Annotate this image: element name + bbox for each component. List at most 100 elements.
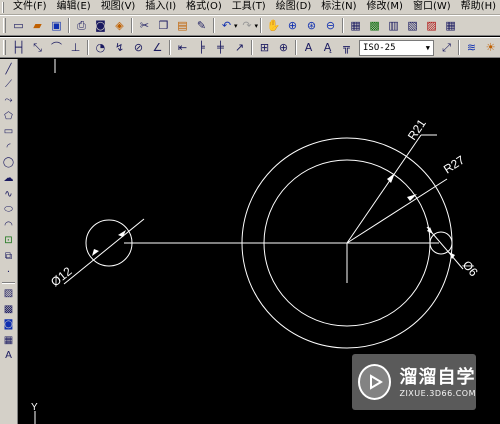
calculator-icon[interactable]: ▦ bbox=[442, 17, 459, 34]
menu-draw[interactable]: 绘图(D) bbox=[271, 0, 317, 14]
toolbar-grip[interactable] bbox=[3, 18, 6, 33]
toolbar-separator bbox=[260, 18, 263, 33]
line-icon[interactable]: ╱ bbox=[1, 62, 16, 78]
menu-dimension[interactable]: 标注(N) bbox=[316, 0, 361, 14]
menu-file[interactable]: 文件(F) bbox=[8, 0, 52, 14]
menu-modify[interactable]: 修改(M) bbox=[362, 0, 408, 14]
design-center-icon[interactable]: ▩ bbox=[366, 17, 383, 34]
paste-icon[interactable]: ▤ bbox=[174, 17, 191, 34]
dim-radius-icon[interactable]: ◔ bbox=[92, 39, 109, 56]
toolbar-separator bbox=[213, 18, 215, 33]
layers-icon[interactable]: ≋ bbox=[463, 39, 480, 56]
make-block-icon[interactable]: ⧉ bbox=[1, 249, 16, 265]
undo-icon[interactable]: ↶ bbox=[218, 17, 235, 34]
toolbar-separator bbox=[86, 40, 89, 55]
dim-label-d12: Ø12 bbox=[48, 264, 75, 289]
zoom-window-icon[interactable]: ⊛ bbox=[303, 17, 320, 34]
ellipse-icon[interactable]: ⬭ bbox=[1, 202, 16, 218]
open-icon[interactable]: ▰ bbox=[29, 17, 46, 34]
dim-ordinate-icon[interactable]: ⊥ bbox=[67, 39, 84, 56]
standard-toolbar: ▭ ▰ ▣ ⎙ ◙ ◈ ✂ ❐ ▤ ✎ ↶ ▾ ↷ ▾ ✋ ⊕ ⊛ ⊖ ▦ ▩ ▥ … bbox=[0, 15, 500, 36]
menu-insert[interactable]: 插入(I) bbox=[140, 0, 181, 14]
dim-style-icon[interactable]: ⤢ bbox=[438, 39, 455, 56]
dimstyle-select[interactable]: ISO-25 ▼ bbox=[358, 39, 434, 56]
dim-baseline-icon[interactable]: ╞ bbox=[193, 39, 210, 56]
watermark-url: ZIXUE.3D66.COM bbox=[399, 388, 476, 398]
publish-icon[interactable]: ◈ bbox=[111, 17, 128, 34]
menu-edit[interactable]: 编辑(E) bbox=[52, 0, 96, 14]
d12-arrow-bottom bbox=[92, 249, 99, 256]
circle-icon[interactable]: ◯ bbox=[1, 156, 16, 172]
dim-edit-icon[interactable]: A bbox=[300, 39, 317, 56]
dimension-toolbar: ├┤ ⤡ ⌒ ⊥ ◔ ↯ ⊘ ∠ ⇤ ╞ ╪ ↗ ⊞ ⊕ A Ą ╦ ISO-2… bbox=[0, 37, 500, 58]
tool-palettes-icon[interactable]: ▥ bbox=[385, 17, 402, 34]
construction-line-icon[interactable]: ⟋ bbox=[1, 78, 16, 94]
d12-arrow-top bbox=[118, 230, 126, 237]
multiline-text-icon[interactable]: A bbox=[1, 349, 16, 365]
point-icon[interactable]: · bbox=[1, 265, 16, 281]
save-icon[interactable]: ▣ bbox=[48, 17, 65, 34]
play-icon bbox=[369, 374, 383, 390]
watermark-brand: 溜溜自学 bbox=[399, 366, 476, 388]
menu-tools[interactable]: 工具(T) bbox=[227, 0, 271, 14]
dim-aligned-icon[interactable]: ⤡ bbox=[29, 39, 46, 56]
menu-window[interactable]: 窗口(W) bbox=[408, 0, 456, 14]
redo-dropdown-icon[interactable]: ▾ bbox=[255, 22, 259, 30]
markup-icon[interactable]: ▨ bbox=[423, 17, 440, 34]
insert-block-icon[interactable]: ⊡ bbox=[1, 234, 16, 250]
chevron-down-icon[interactable]: ▼ bbox=[426, 44, 430, 52]
dim-diameter-icon[interactable]: ⊘ bbox=[130, 39, 147, 56]
zoom-realtime-icon[interactable]: ⊕ bbox=[284, 17, 301, 34]
dim-label-r21: R21 bbox=[405, 116, 429, 142]
menu-help[interactable]: 帮助(H) bbox=[456, 0, 500, 14]
redo-icon[interactable]: ↷ bbox=[239, 17, 256, 34]
ellipse-arc-icon[interactable]: ◠ bbox=[1, 218, 16, 234]
new-icon[interactable]: ▭ bbox=[10, 17, 27, 34]
arc-icon[interactable]: ◜ bbox=[1, 140, 16, 156]
r21-arrow bbox=[387, 173, 395, 183]
dim-angular-icon[interactable]: ∠ bbox=[149, 39, 166, 56]
hatch-icon[interactable]: ▨ bbox=[1, 286, 16, 302]
center-mark-icon[interactable]: ⊕ bbox=[275, 39, 292, 56]
revision-cloud-icon[interactable]: ☁ bbox=[1, 171, 16, 187]
pan-icon[interactable]: ✋ bbox=[265, 17, 282, 34]
d12-leader bbox=[63, 218, 145, 285]
copy-icon[interactable]: ❐ bbox=[155, 17, 172, 34]
dim-jogged-icon[interactable]: ↯ bbox=[111, 39, 128, 56]
dim-linear-icon[interactable]: ├┤ bbox=[10, 39, 27, 56]
toolbar-separator bbox=[131, 18, 133, 33]
r27-arrow bbox=[407, 194, 417, 201]
play-logo-icon bbox=[358, 364, 392, 400]
toolbar-separator bbox=[458, 40, 460, 55]
region-icon[interactable]: ◙ bbox=[1, 318, 16, 334]
toolbar-grip[interactable] bbox=[3, 40, 6, 55]
menu-format[interactable]: 格式(O) bbox=[181, 0, 227, 14]
draw-toolbar: ╱ ⟋ ⤳ ⬠ ▭ ◜ ◯ ☁ ∿ ⬭ ◠ ⊡ ⧉ · ▨ ▩ ◙ ▦ A bbox=[0, 59, 18, 424]
rectangle-icon[interactable]: ▭ bbox=[1, 124, 16, 140]
dim-text-edit-icon[interactable]: Ą bbox=[319, 39, 336, 56]
dim-arc-icon[interactable]: ⌒ bbox=[48, 39, 65, 56]
menu-view[interactable]: 视图(V) bbox=[96, 0, 141, 14]
spline-icon[interactable]: ∿ bbox=[1, 187, 16, 203]
polygon-icon[interactable]: ⬠ bbox=[1, 109, 16, 125]
quick-dim-icon[interactable]: ⇤ bbox=[174, 39, 191, 56]
light-bulb-icon[interactable]: ☀ bbox=[482, 39, 499, 56]
plot-preview-icon[interactable]: ◙ bbox=[92, 17, 109, 34]
cut-icon[interactable]: ✂ bbox=[136, 17, 153, 34]
print-icon[interactable]: ⎙ bbox=[73, 17, 90, 34]
sheet-set-icon[interactable]: ▧ bbox=[404, 17, 421, 34]
table-icon[interactable]: ▦ bbox=[1, 333, 16, 349]
dim-update-icon[interactable]: ╦ bbox=[338, 39, 355, 56]
dim-continue-icon[interactable]: ╪ bbox=[212, 39, 229, 56]
properties-icon[interactable]: ▦ bbox=[347, 17, 364, 34]
tolerance-icon[interactable]: ⊞ bbox=[256, 39, 273, 56]
quick-leader-icon[interactable]: ↗ bbox=[231, 39, 248, 56]
match-properties-icon[interactable]: ✎ bbox=[193, 17, 210, 34]
zoom-previous-icon[interactable]: ⊖ bbox=[322, 17, 339, 34]
toolbar-separator bbox=[68, 18, 70, 33]
gradient-icon[interactable]: ▩ bbox=[1, 302, 16, 318]
watermark: 溜溜自学 ZIXUE.3D66.COM bbox=[352, 354, 476, 410]
ucs-y-label: Y bbox=[31, 402, 38, 413]
polyline-icon[interactable]: ⤳ bbox=[1, 93, 16, 109]
undo-dropdown-icon[interactable]: ▾ bbox=[234, 22, 238, 30]
